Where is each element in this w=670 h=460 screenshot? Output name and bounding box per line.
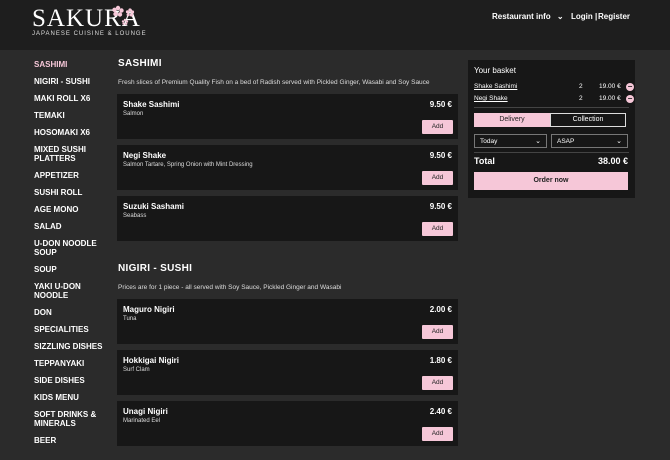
item-name: Negi Shake	[123, 151, 167, 160]
category-title-sashimi: SASHIMI	[118, 58, 162, 69]
category-sidebar: SASHIMI NIGIRI - SUSHI MAKI ROLL X6 TEMA…	[34, 60, 108, 453]
item-desc: Marinated Eel	[123, 418, 161, 424]
menu-list: SASHIMI Fresh slices of Premium Quality …	[117, 56, 458, 452]
basket-panel: Your basket Shake Sashimi 2 19.00 € − Ne…	[468, 60, 635, 198]
add-button[interactable]: Add	[422, 427, 453, 441]
item-price: 2.00 €	[429, 305, 452, 314]
sidebar-item-kids-menu[interactable]: KIDS MENU	[34, 393, 108, 402]
sidebar-item-hosomaki[interactable]: HOSOMAKI X6	[34, 128, 108, 137]
item-price: 9.50 €	[429, 100, 452, 109]
category-desc-sashimi: Fresh slices of Premium Quality Fish on …	[118, 79, 430, 86]
add-button[interactable]: Add	[422, 120, 453, 134]
basket-item-price: 19.00 €	[599, 95, 621, 102]
order-now-button[interactable]: Order now	[474, 172, 628, 190]
sidebar-item-soup[interactable]: SOUP	[34, 265, 108, 274]
category-desc-nigiri: Prices are for 1 piece - all served with…	[118, 284, 342, 291]
sidebar-item-sizzling-dishes[interactable]: SIZZLING DISHES	[34, 342, 108, 351]
sidebar-item-side-dishes[interactable]: SIDE DISHES	[34, 376, 108, 385]
menu-item: Suzuki Sashami Seabass 9.50 € Add	[117, 196, 458, 241]
item-price: 1.80 €	[429, 356, 452, 365]
remove-icon[interactable]: −	[626, 83, 634, 91]
menu-item: Negi Shake Salmon Tartare, Spring Onion …	[117, 145, 458, 190]
item-name: Shake Sashimi	[123, 100, 180, 109]
menu-item: Hokkigai Nigiri Surf Clam 1.80 € Add	[117, 350, 458, 395]
time-select-value: ASAP	[557, 138, 575, 145]
add-button[interactable]: Add	[422, 222, 453, 236]
item-desc: Surf Clam	[123, 367, 150, 373]
delivery-toggle[interactable]: Delivery	[474, 113, 550, 127]
item-price: 9.50 €	[429, 202, 452, 211]
basket-line: Shake Sashimi 2 19.00 € −	[474, 83, 634, 91]
sidebar-item-appetizer[interactable]: APPETIZER	[34, 171, 108, 180]
menu-item: Maguro Nigiri Tuna 2.00 € Add	[117, 299, 458, 344]
day-select-value: Today	[480, 138, 498, 145]
collection-toggle[interactable]: Collection	[550, 113, 626, 127]
item-desc: Seabass	[123, 213, 147, 219]
time-select[interactable]: ASAP ⌄	[551, 134, 628, 148]
basket-line: Negi Shake 2 19.00 € −	[474, 95, 634, 103]
item-name: Hokkigai Nigiri	[123, 356, 180, 365]
day-select[interactable]: Today ⌄	[474, 134, 547, 148]
basket-item-qty: 2	[579, 83, 583, 90]
total-label: Total	[474, 156, 495, 166]
sidebar-item-mixed-sushi-platters[interactable]: MIXED SUSHI PLATTERS	[34, 145, 108, 163]
chevron-down-icon: ⌄	[535, 138, 541, 145]
item-desc: Salmon	[123, 111, 144, 117]
item-desc: Tuna	[123, 316, 137, 322]
sidebar-item-sashimi[interactable]: SASHIMI	[34, 60, 108, 69]
basket-item-name[interactable]: Shake Sashimi	[474, 83, 517, 90]
remove-icon[interactable]: −	[626, 95, 634, 103]
login-link[interactable]: Login |	[571, 12, 597, 21]
item-price: 2.40 €	[429, 407, 452, 416]
basket-item-qty: 2	[579, 95, 583, 102]
sidebar-item-don[interactable]: DON	[34, 308, 108, 317]
item-name: Unagi Nigiri	[123, 407, 168, 416]
menu-item: Shake Sashimi Salmon 9.50 € Add	[117, 94, 458, 139]
item-name: Maguro Nigiri	[123, 305, 175, 314]
sidebar-item-sushi-roll[interactable]: SUSHI ROLL	[34, 188, 108, 197]
header-bar: SAKURA JAPANESE CUISINE & LOUNGE Restaur…	[0, 0, 670, 50]
sidebar-item-salad[interactable]: SALAD	[34, 222, 108, 231]
sidebar-item-maki-roll[interactable]: MAKI ROLL X6	[34, 94, 108, 103]
brand-tagline: JAPANESE CUISINE & LOUNGE	[32, 31, 147, 37]
chevron-down-icon: ⌄	[556, 12, 564, 21]
total-value: 38.00 €	[597, 156, 628, 166]
menu-item: Unagi Nigiri Marinated Eel 2.40 € Add	[117, 401, 458, 446]
restaurant-info-dropdown[interactable]: Restaurant info ⌄	[492, 12, 564, 21]
item-desc: Salmon Tartare, Spring Onion with Mint D…	[123, 162, 253, 168]
basket-item-price: 19.00 €	[599, 83, 621, 90]
sidebar-item-nigiri-sushi[interactable]: NIGIRI - SUSHI	[34, 77, 108, 86]
item-price: 9.50 €	[429, 151, 452, 160]
cherry-blossom-icon	[112, 5, 135, 25]
add-button[interactable]: Add	[422, 171, 453, 185]
sidebar-item-teppanyaki[interactable]: TEPPANYAKI	[34, 359, 108, 368]
sidebar-item-yaki-udon-noodle[interactable]: YAKI U-DON NOODLE	[34, 282, 108, 300]
divider	[474, 152, 629, 153]
add-button[interactable]: Add	[422, 325, 453, 339]
item-name: Suzuki Sashami	[123, 202, 184, 211]
basket-item-name[interactable]: Negi Shake	[474, 95, 508, 102]
sidebar-item-age-mono[interactable]: AGE MONO	[34, 205, 108, 214]
sidebar-item-udon-noodle-soup[interactable]: U-DON NOODLE SOUP	[34, 239, 108, 257]
sidebar-item-soft-drinks-minerals[interactable]: SOFT DRINKS & MINERALS	[34, 410, 108, 428]
chevron-down-icon: ⌄	[616, 138, 622, 145]
category-title-nigiri: NIGIRI - SUSHI	[118, 263, 193, 274]
add-button[interactable]: Add	[422, 376, 453, 390]
restaurant-info-label: Restaurant info	[492, 12, 551, 21]
register-link[interactable]: Register	[598, 12, 630, 21]
sidebar-item-beer[interactable]: BEER	[34, 436, 108, 445]
divider	[474, 107, 629, 108]
basket-title: Your basket	[474, 66, 516, 75]
sidebar-item-specialities[interactable]: SPECIALITIES	[34, 325, 108, 334]
sidebar-item-temaki[interactable]: TEMAKI	[34, 111, 108, 120]
